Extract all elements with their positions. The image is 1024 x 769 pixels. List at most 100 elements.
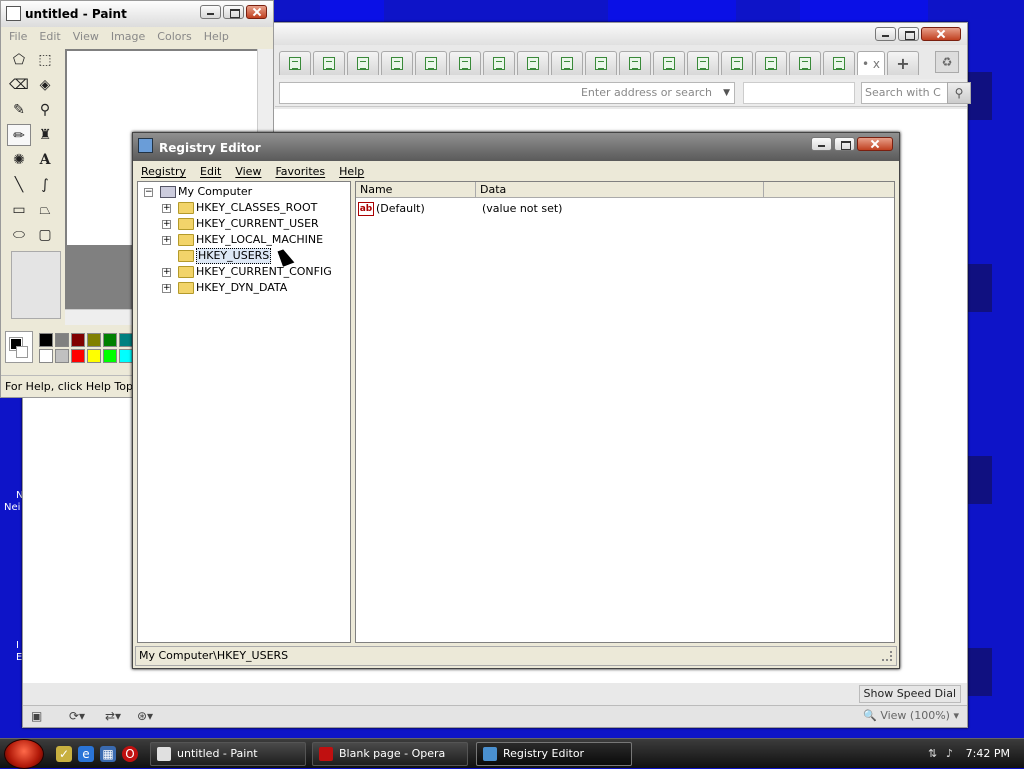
browser-tab[interactable] [823,51,855,75]
close-button[interactable] [246,5,267,19]
menu-help[interactable]: Help [339,165,364,179]
expand-icon[interactable]: + [162,204,171,213]
palette-swatch[interactable] [39,333,53,347]
browser-tab[interactable] [585,51,617,75]
maximize-button[interactable] [898,27,919,41]
search-icon[interactable]: ⚲ [947,82,971,104]
menu-image[interactable]: Image [111,30,145,44]
menu-colors[interactable]: Colors [157,30,191,44]
polygon-icon[interactable]: ⏢ [33,199,57,221]
rectangle-icon[interactable]: ▭ [7,199,31,221]
palette-swatch[interactable] [119,333,133,347]
browser-tab[interactable] [619,51,651,75]
ellipse-icon[interactable]: ⬭ [7,224,31,246]
fill-icon[interactable]: ◈ [33,74,57,96]
maximize-button[interactable] [834,137,855,151]
expand-icon[interactable]: + [162,268,171,277]
browser-tab[interactable] [755,51,787,75]
menu-edit[interactable]: Edit [200,165,221,179]
pencil-icon[interactable]: ✏ [7,124,31,146]
browser-tab[interactable] [347,51,379,75]
menu-registry[interactable]: Registry [141,165,186,179]
new-tab-button[interactable]: + [887,51,919,75]
menu-view[interactable]: View [73,30,99,44]
taskbar-button[interactable]: Registry Editor [476,742,632,766]
browser-tab[interactable] [313,51,345,75]
minimize-button[interactable] [875,27,896,41]
palette-swatch[interactable] [119,349,133,363]
color-picker-icon[interactable]: ✎ [7,99,31,121]
close-button[interactable] [921,27,961,41]
browser-tab[interactable] [279,51,311,75]
dropdown-arrow-icon[interactable]: ▼ [723,83,730,103]
browser-tab[interactable] [449,51,481,75]
palette-swatch[interactable] [71,349,85,363]
rounded-rect-icon[interactable]: ▢ [33,224,57,246]
browser-tab[interactable] [721,51,753,75]
active-tab[interactable]: • x [857,51,885,75]
palette-swatch[interactable] [71,333,85,347]
browser-tab[interactable] [687,51,719,75]
line-icon[interactable]: ╲ [7,174,31,196]
unite-icon[interactable]: ⊛▾ [137,709,153,725]
maximize-button[interactable] [223,5,244,19]
reload-icon[interactable]: ⟳▾ [69,709,85,725]
palette-swatch[interactable] [103,349,117,363]
zoom-level[interactable]: 🔍 View (100%) ▾ [863,709,959,722]
collapse-icon[interactable]: − [144,188,153,197]
current-colors[interactable] [5,331,33,363]
expand-icon[interactable]: + [162,220,171,229]
rect-select-icon[interactable]: ⬚ [33,49,57,71]
browser-tab[interactable] [653,51,685,75]
show-desktop-icon[interactable]: ✓ [56,746,72,762]
browser-tab[interactable] [551,51,583,75]
show-speed-dial-button[interactable]: Show Speed Dial [858,685,961,703]
palette-swatch[interactable] [55,333,69,347]
menu-favorites[interactable]: Favorites [275,165,325,179]
browser-tab[interactable] [517,51,549,75]
desktop-icon-label[interactable]: I [16,640,19,651]
browser-tab[interactable] [789,51,821,75]
list-item[interactable]: ab (Default) (value not set) [356,200,894,218]
column-header-data[interactable]: Data [476,182,764,198]
start-button[interactable] [4,739,44,769]
palette-swatch[interactable] [39,349,53,363]
taskbar-button[interactable]: Blank page - Opera [312,742,468,766]
browser-tab[interactable] [483,51,515,75]
menu-edit[interactable]: Edit [39,30,60,44]
menu-file[interactable]: File [9,30,27,44]
address-input[interactable]: Enter address or search ▼ [279,82,735,104]
taskbar-button[interactable]: untitled - Paint [150,742,306,766]
minimize-button[interactable] [200,5,221,19]
palette-swatch[interactable] [55,349,69,363]
airbrush-icon[interactable]: ✺ [7,149,31,171]
palette-swatch[interactable] [103,333,117,347]
free-select-icon[interactable]: ⬠ [7,49,31,71]
internet-explorer-icon[interactable]: e [78,746,94,762]
panel-toggle-icon[interactable]: ▣ [31,709,42,725]
palette-swatch[interactable] [87,349,101,363]
menu-help[interactable]: Help [204,30,229,44]
expand-icon[interactable]: + [162,236,171,245]
browser-tab[interactable] [381,51,413,75]
opera-icon[interactable]: O [122,746,138,762]
magnifier-icon[interactable]: ⚲ [33,99,57,121]
eraser-icon[interactable]: ⌫ [7,74,31,96]
volume-icon[interactable]: ♪ [946,747,960,761]
close-button[interactable] [857,137,893,151]
brush-icon[interactable]: ♜ [33,124,57,146]
text-icon[interactable]: A [33,149,57,171]
clock[interactable]: 7:42 PM [966,747,1010,760]
browser-tab[interactable] [415,51,447,75]
share-icon[interactable]: ⇄▾ [105,709,121,725]
expand-icon[interactable]: + [162,284,171,293]
palette-swatch[interactable] [87,333,101,347]
column-header-name[interactable]: Name [356,182,476,198]
resize-grip-icon[interactable] [882,651,892,661]
switch-windows-icon[interactable]: ▦ [100,746,116,762]
network-icon[interactable]: ⇅ [928,747,942,761]
menu-view[interactable]: View [235,165,261,179]
tool-options-box[interactable] [11,251,61,319]
curve-icon[interactable]: ∫ [33,174,57,196]
minimize-button[interactable] [811,137,832,151]
